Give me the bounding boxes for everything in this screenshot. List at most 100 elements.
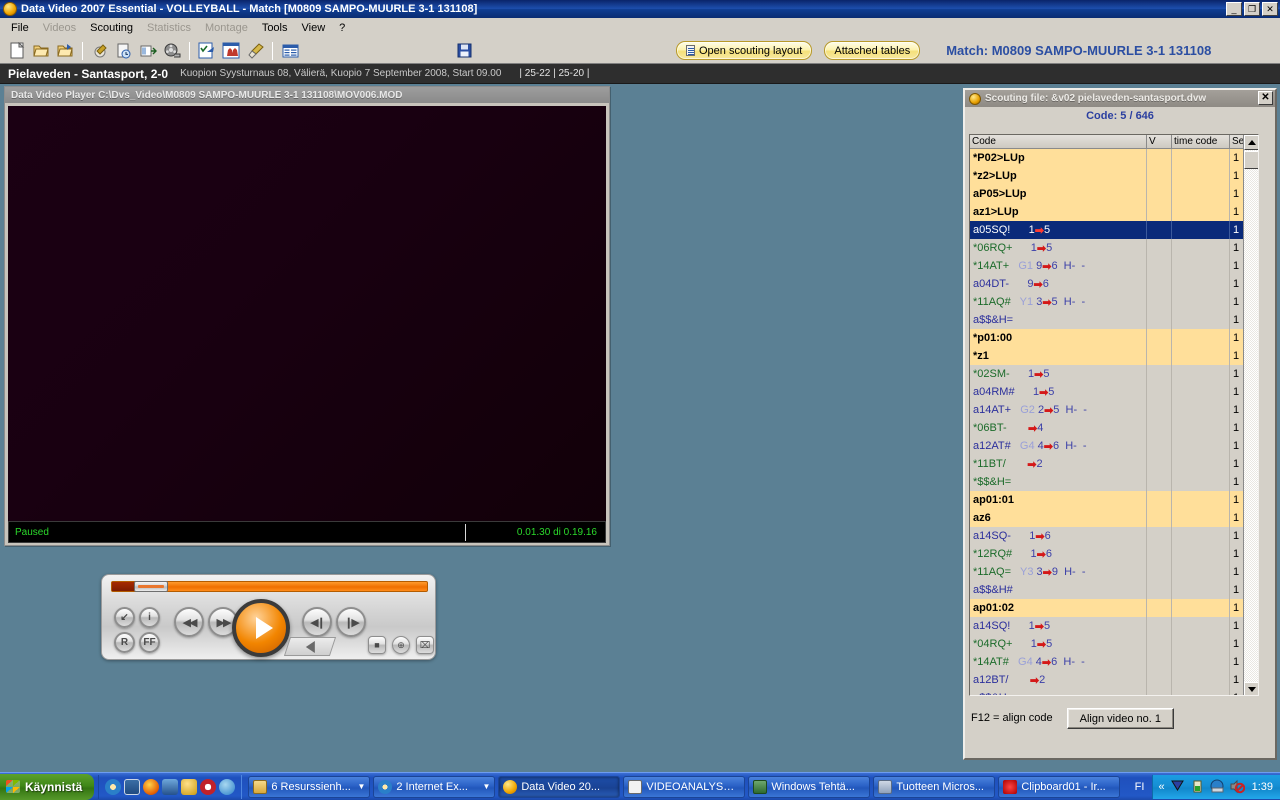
table-row[interactable]: *14AT# G4 4 ➡ 6 H- -1 <box>970 653 1258 671</box>
start-button[interactable]: Käynnistä <box>0 773 95 800</box>
table-row[interactable]: *P02>LUp 1 <box>970 149 1258 167</box>
scouting-panel-close-button[interactable]: ✕ <box>1258 91 1273 105</box>
menu-videos[interactable]: Videos <box>36 20 83 36</box>
network-icon[interactable] <box>1210 779 1225 794</box>
report-export-icon[interactable] <box>136 40 160 62</box>
attached-tables-button[interactable]: Attached tables <box>824 41 921 60</box>
column-header-v[interactable]: V <box>1147 135 1172 149</box>
menu-tools[interactable]: Tools <box>255 20 295 36</box>
language-indicator[interactable]: FI <box>1127 781 1153 793</box>
table-row[interactable]: *z1 1 <box>970 347 1258 365</box>
info-button[interactable]: i <box>139 607 160 628</box>
scroll-thumb[interactable] <box>1244 151 1258 169</box>
download-arrow-icon[interactable] <box>1170 779 1185 794</box>
table-grid-icon[interactable] <box>278 40 302 62</box>
opera-icon[interactable] <box>200 778 217 795</box>
table-row[interactable]: az1>LUp 1 <box>970 203 1258 221</box>
table-row[interactable]: *12RQ# 1 ➡ 6 1 <box>970 545 1258 563</box>
play-button[interactable] <box>232 599 290 657</box>
table-row[interactable]: ap01:02 1 <box>970 599 1258 617</box>
table-row[interactable]: *p01:00 1 <box>970 329 1258 347</box>
minimize-button[interactable]: _ <box>1226 2 1242 16</box>
video-progress-slider[interactable] <box>111 581 428 592</box>
table-row[interactable]: a$$&H# 1 <box>970 581 1258 599</box>
table-row[interactable]: a12BT/ ➡ 2 1 <box>970 671 1258 689</box>
brush-icon[interactable] <box>243 40 267 62</box>
taskbar-button-0[interactable]: 6 Resurssienh... ▼ <box>248 775 371 798</box>
zoom-button[interactable]: ⊕ <box>392 636 410 654</box>
taskbar-clock[interactable]: 1:39 <box>1252 781 1273 793</box>
step-back-button[interactable]: ◀❙ <box>302 607 332 637</box>
menu-file[interactable]: File <box>4 20 36 36</box>
save-as-folder-icon[interactable] <box>53 40 77 62</box>
taskbar-button-6[interactable]: Clipboard01 - Ir... <box>998 775 1121 798</box>
fast-forward-button[interactable]: FF <box>139 632 160 653</box>
table-row[interactable]: *z2>LUp 1 <box>970 167 1258 185</box>
save-disk-icon[interactable] <box>452 40 476 62</box>
table-row[interactable]: *02SM- 1 ➡ 5 1 <box>970 365 1258 383</box>
table-row[interactable]: *11BT/ ➡ 2 1 <box>970 455 1258 473</box>
table-row[interactable]: a$$&H= 1 <box>970 689 1258 695</box>
chevron-down-icon[interactable]: ▼ <box>357 782 365 791</box>
menu-montage[interactable]: Montage <box>198 20 255 36</box>
table-row[interactable]: *04RQ+ 1 ➡ 5 1 <box>970 635 1258 653</box>
table-row[interactable]: a04DT- 9 ➡ 6 1 <box>970 275 1258 293</box>
open-scouting-layout-button[interactable]: Open scouting layout <box>676 41 813 60</box>
step-forward-button[interactable]: ❙▶ <box>336 607 366 637</box>
table-row[interactable]: *11AQ# Y1 3 ➡ 5 H- -1 <box>970 293 1258 311</box>
column-header-code[interactable]: Code <box>970 135 1147 149</box>
tray-expand-button[interactable]: « <box>1158 781 1164 793</box>
players-calendar-icon[interactable] <box>219 40 243 62</box>
table-row[interactable]: a05SQ! 1 ➡ 5 1 <box>970 221 1258 239</box>
security-icon[interactable] <box>181 778 198 795</box>
rewind-button[interactable]: ◀◀ <box>174 607 204 637</box>
battery-icon[interactable] <box>1190 779 1205 794</box>
volume-muted-icon[interactable] <box>1230 779 1245 794</box>
rewind-toggle-button[interactable]: R <box>114 632 135 653</box>
table-row[interactable]: *06BT- ➡ 4 1 <box>970 419 1258 437</box>
show-desktop-icon[interactable] <box>124 778 141 795</box>
close-button[interactable]: ✕ <box>1262 2 1278 16</box>
table-row[interactable]: a04RM# 1 ➡ 5 1 <box>970 383 1258 401</box>
media-player-icon[interactable] <box>162 778 179 795</box>
taskbar-button-5[interactable]: Tuotteen Micros... <box>873 775 996 798</box>
fullscreen-button[interactable]: ⌧ <box>416 636 434 654</box>
table-row[interactable]: az6 1 <box>970 509 1258 527</box>
menu-scouting[interactable]: Scouting <box>83 20 140 36</box>
table-row[interactable]: ap01:01 1 <box>970 491 1258 509</box>
chevron-down-icon[interactable]: ▼ <box>482 782 490 791</box>
stop-button[interactable]: ■ <box>368 636 386 654</box>
film-reel-icon[interactable] <box>160 40 184 62</box>
new-document-icon[interactable] <box>5 40 29 62</box>
maximize-button[interactable]: ❐ <box>1244 2 1260 16</box>
firefox-icon[interactable] <box>143 778 160 795</box>
internet-explorer-icon[interactable] <box>105 778 122 795</box>
menu-statistics[interactable]: Statistics <box>140 20 198 36</box>
edit-pencil-icon[interactable] <box>88 40 112 62</box>
progress-thumb[interactable] <box>134 581 168 592</box>
video-surface[interactable] <box>8 106 606 521</box>
table-row[interactable]: *14AT+ G1 9 ➡ 6 H- -1 <box>970 257 1258 275</box>
scout-sheet-icon[interactable] <box>195 40 219 62</box>
align-video-button[interactable]: Align video no. 1 <box>1066 708 1174 729</box>
table-row[interactable]: a12AT# G4 4 ➡ 6 H- -1 <box>970 437 1258 455</box>
expand-panel-button[interactable] <box>283 637 337 656</box>
load-clip-button[interactable]: ↙ <box>114 607 135 628</box>
open-folder-icon[interactable] <box>29 40 53 62</box>
table-row[interactable]: *06RQ+ 1 ➡ 5 1 <box>970 239 1258 257</box>
taskbar-button-2[interactable]: Data Video 20... <box>498 775 621 798</box>
table-row[interactable]: a14AT+ G2 2 ➡ 5 H- -1 <box>970 401 1258 419</box>
messenger-icon[interactable] <box>219 778 236 795</box>
column-header-time-code[interactable]: time code <box>1172 135 1230 149</box>
taskbar-button-4[interactable]: Windows Tehtä... <box>748 775 871 798</box>
table-row[interactable]: a14SQ! 1 ➡ 5 1 <box>970 617 1258 635</box>
table-row[interactable]: *$$&H= 1 <box>970 473 1258 491</box>
menu-view[interactable]: View <box>295 20 333 36</box>
clock-document-icon[interactable] <box>112 40 136 62</box>
scroll-up-button[interactable] <box>1244 135 1258 150</box>
grid-vertical-scrollbar[interactable] <box>1243 135 1258 695</box>
menu-help[interactable]: ? <box>332 20 352 36</box>
scroll-down-button[interactable] <box>1244 682 1258 695</box>
table-row[interactable]: a14SQ- 1 ➡ 6 1 <box>970 527 1258 545</box>
taskbar-button-1[interactable]: 2 Internet Ex... ▼ <box>373 775 496 798</box>
